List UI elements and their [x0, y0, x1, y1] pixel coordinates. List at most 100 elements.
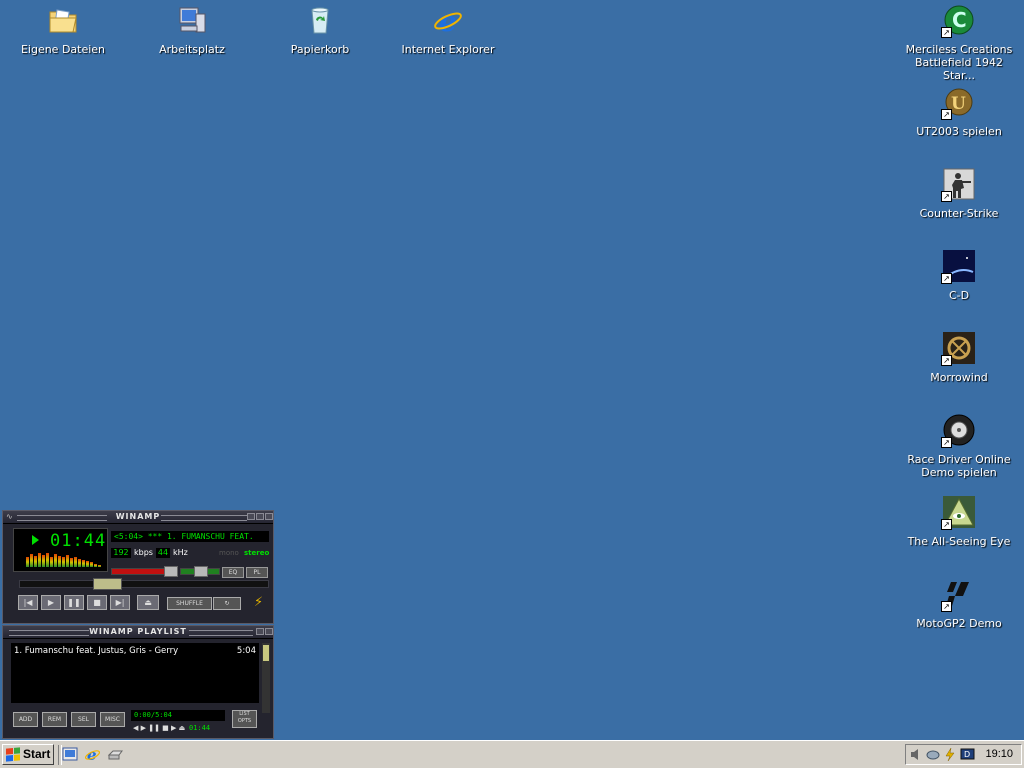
desktop-icon-label: Internet Explorer [401, 43, 495, 56]
pause-button[interactable]: ❚❚ [64, 595, 84, 610]
desktop-icon-label: Merciless Creations Battlefield 1942 Sta… [905, 43, 1013, 82]
next-icon: ▶| [115, 598, 125, 607]
shade-button[interactable] [256, 513, 264, 520]
desktop-icon-c-d[interactable]: ↗ C-D [899, 248, 1019, 302]
playlist-title: WINAMP PLAYLIST [89, 627, 187, 636]
winamp-logo-icon[interactable]: ⚡ [254, 595, 263, 610]
mono-indicator: mono [219, 549, 239, 557]
eq-toggle-button[interactable]: EQ [222, 567, 244, 578]
desktop-icon-eigene-dateien[interactable]: Eigene Dateien [3, 2, 123, 56]
play-icon: ▶ [47, 598, 55, 607]
stop-button[interactable]: ■ [87, 595, 107, 610]
seek-bar[interactable] [19, 578, 269, 590]
counter-strike-icon: ↗ [941, 168, 975, 202]
winamp-display: 01:44 [13, 528, 108, 572]
start-label: Start [23, 747, 51, 761]
seek-knob[interactable] [93, 578, 122, 590]
desktop-icon-motogp2[interactable]: ↗ MotoGP2 Demo [899, 576, 1019, 630]
shortcut-arrow-icon: ↗ [941, 109, 952, 120]
close-button[interactable] [265, 513, 273, 520]
desktop-icon-morrowind[interactable]: ↗ Morrowind [899, 330, 1019, 384]
eject-button[interactable]: ⏏ [137, 595, 159, 610]
minimize-button[interactable] [247, 513, 255, 520]
stereo-indicator: stereo [244, 549, 270, 557]
desktop-icon-label: Papierkorb [290, 43, 350, 56]
mini-transport-controls[interactable]: ◀ ▶ ❚❚ ■ ▶ ⏏ [133, 724, 185, 732]
playlist-toggle-button[interactable]: PL [246, 567, 268, 578]
playlist-item-title: 1. Fumanschu feat. Justus, Gris - Gerry [14, 646, 179, 656]
start-button[interactable]: Start [2, 744, 54, 765]
desktop-icon-race-driver[interactable]: ↗ Race Driver Online Demo spielen [899, 412, 1019, 479]
internet-explorer-icon[interactable]: e [84, 746, 101, 764]
winamp-titlebar[interactable]: WINAMP ∿ [3, 511, 273, 524]
winamp-menu-icon[interactable]: ∿ [6, 512, 13, 521]
playlist-shade-button[interactable] [256, 628, 264, 635]
winamp-main-window[interactable]: WINAMP ∿ 01:44 <5:04> *** 1. FUMANSCHU F… [2, 510, 274, 624]
list-options-button[interactable]: LIST OPTS [232, 710, 257, 728]
desktop-icon-internet-explorer[interactable]: e Internet Explorer [388, 2, 508, 56]
time-display[interactable]: 01:44 [50, 531, 106, 551]
pause-icon: ❚❚ [67, 598, 81, 607]
svg-text:D: D [964, 750, 970, 759]
remove-button[interactable]: REM [42, 712, 67, 727]
show-desktop-icon[interactable] [62, 746, 79, 763]
playlist-area[interactable]: 1. Fumanschu feat. Justus, Gris - Gerry … [11, 643, 259, 703]
desktop-icon-label: Race Driver Online Demo spielen [907, 453, 1011, 479]
hard-drive-icon[interactable] [107, 746, 124, 763]
repeat-icon: ↻ [224, 600, 230, 607]
select-button[interactable]: SEL [71, 712, 96, 727]
desktop-icon-label: UT2003 spielen [916, 125, 1002, 138]
desktop-icon-arbeitsplatz[interactable]: Arbeitsplatz [132, 2, 252, 56]
internet-explorer-icon: e [432, 4, 464, 38]
misc-button[interactable]: MISC [100, 712, 125, 727]
playlist-close-button[interactable] [265, 628, 273, 635]
desktop-icon-label: Eigene Dateien [20, 43, 106, 56]
repeat-button[interactable]: ↻ [213, 597, 241, 610]
desktop-icon-label: C-D [948, 289, 970, 302]
taskbar: Start e D 19:10 [0, 740, 1024, 768]
balance-slider[interactable] [180, 566, 220, 577]
desktop-icon-counter-strike[interactable]: ↗ Counter-Strike [899, 166, 1019, 220]
spectrum-visualizer[interactable] [26, 551, 104, 567]
desktop-icon-papierkorb[interactable]: Papierkorb [260, 2, 380, 56]
playlist-scrollbar[interactable] [262, 643, 270, 713]
playlist-titlebar[interactable]: WINAMP PLAYLIST [3, 626, 273, 639]
play-button[interactable]: ▶ [41, 595, 61, 610]
race-driver-icon: ↗ [941, 414, 975, 448]
shortcut-arrow-icon: ↗ [941, 437, 952, 448]
volume-knob[interactable] [164, 566, 178, 577]
desktop-icon-label: Counter-Strike [919, 207, 999, 220]
playlist-scroll-thumb[interactable] [263, 645, 269, 661]
c-d-icon: ↗ [941, 250, 975, 284]
shortcut-arrow-icon: ↗ [941, 519, 952, 530]
network-icon[interactable] [926, 747, 941, 762]
previous-button[interactable]: |◀ [18, 595, 38, 610]
volume-icon[interactable] [909, 747, 924, 762]
desktop-icon-all-seeing-eye[interactable]: ↗ The All-Seeing Eye [899, 494, 1019, 548]
system-tray: D 19:10 [905, 744, 1022, 765]
add-button[interactable]: ADD [13, 712, 38, 727]
song-title-marquee[interactable]: <5:04> *** 1. FUMANSCHU FEAT. [111, 531, 269, 542]
clock[interactable]: 19:10 [985, 745, 1013, 764]
next-button[interactable]: ▶| [110, 595, 130, 610]
playlist-item[interactable]: 1. Fumanschu feat. Justus, Gris - Gerry … [14, 646, 256, 657]
battlefield-icon: C ↗ [941, 4, 975, 38]
shuffle-button[interactable]: SHUFFLE [167, 597, 212, 610]
volume-slider[interactable] [111, 566, 178, 577]
eject-icon: ⏏ [144, 598, 152, 607]
recycle-bin-icon [304, 4, 336, 36]
play-indicator-icon [32, 535, 39, 545]
desktop-icon-merciless-creations[interactable]: C ↗ Merciless Creations Battlefield 1942… [899, 2, 1019, 82]
shortcut-arrow-icon: ↗ [941, 273, 952, 284]
all-seeing-eye-icon: ↗ [941, 496, 975, 530]
winamp-playlist-window[interactable]: WINAMP PLAYLIST 1. Fumanschu feat. Justu… [2, 625, 274, 739]
monitor-icon[interactable]: D [960, 747, 975, 762]
samplerate-unit: kHz [173, 548, 188, 557]
shortcut-arrow-icon: ↗ [941, 191, 952, 202]
svg-text:U: U [951, 94, 966, 114]
balance-knob[interactable] [194, 566, 208, 577]
power-icon[interactable] [943, 747, 958, 762]
desktop-icon-ut2003[interactable]: U ↗ UT2003 spielen [899, 84, 1019, 138]
desktop-icon-label: Arbeitsplatz [159, 43, 225, 56]
svg-text:e: e [439, 5, 457, 36]
